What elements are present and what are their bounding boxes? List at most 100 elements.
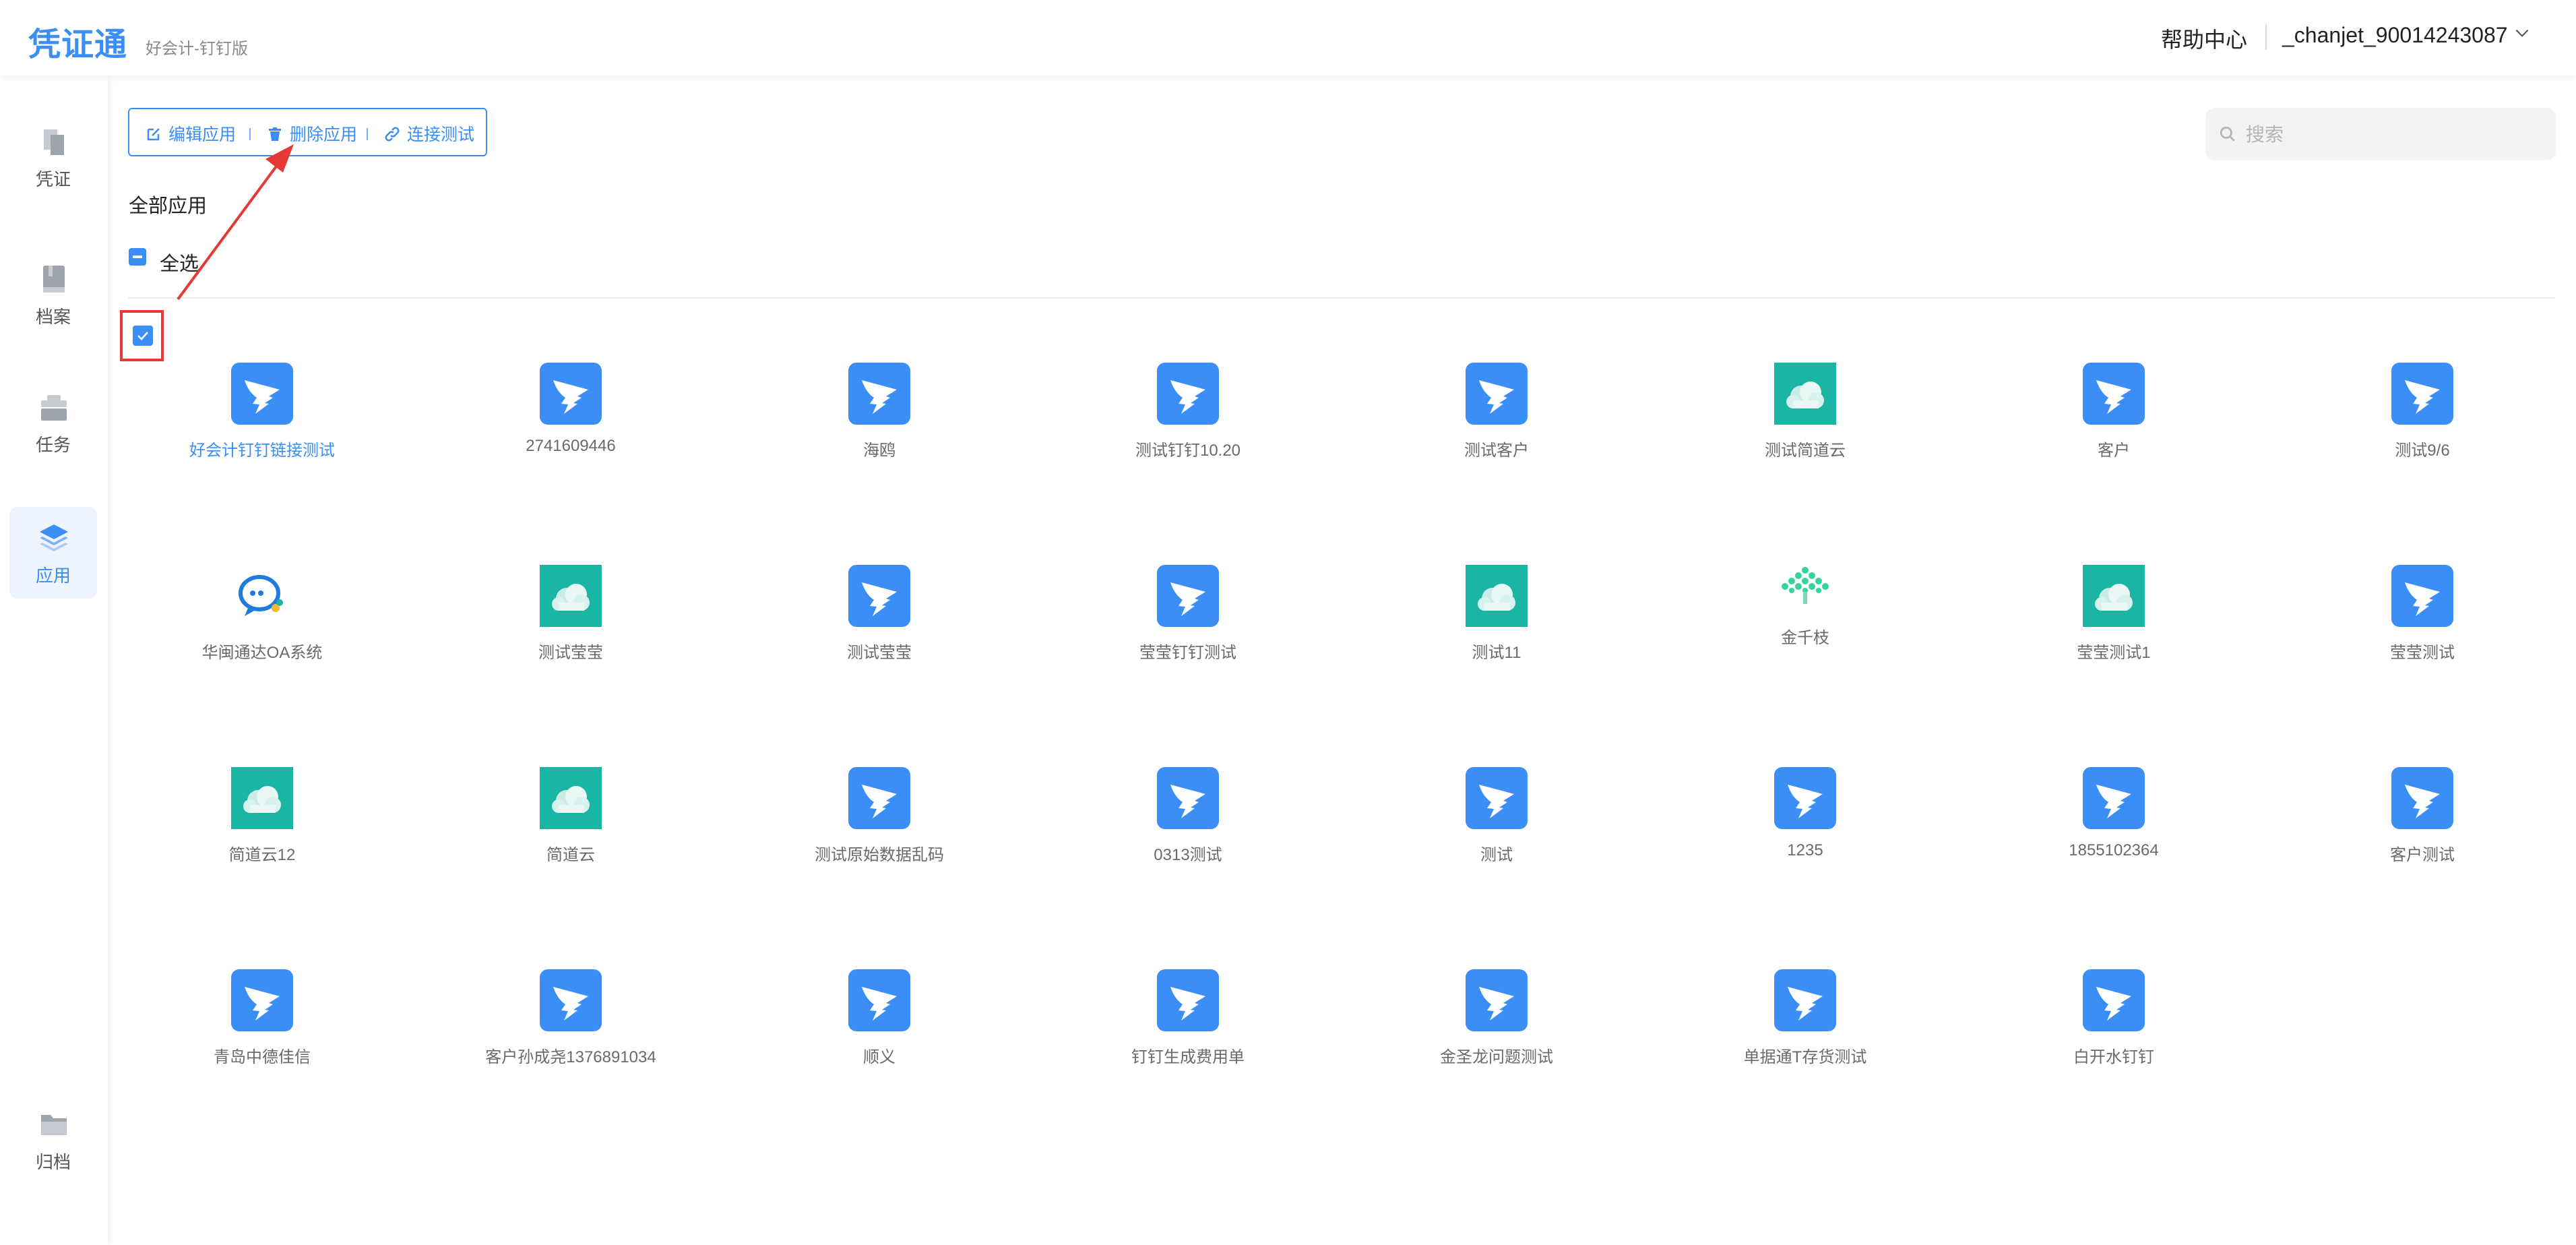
app-name: 测试客户 — [1464, 442, 1529, 460]
book-icon — [43, 266, 65, 293]
app-card[interactable]: 测试莹莹 — [778, 565, 980, 679]
user-menu[interactable]: _chanjet_90014243087 — [2282, 23, 2508, 48]
app-card[interactable]: 测试11 — [1395, 565, 1598, 679]
dingtalk-icon — [1157, 363, 1219, 425]
app-card[interactable]: 测试 — [1395, 767, 1598, 882]
app-card[interactable]: 测试钉钉10.20 — [1087, 363, 1289, 477]
app-card[interactable]: 单据通T存货测试 — [1704, 969, 1906, 1084]
app-card[interactable]: 好会计钉钉链接测试 — [161, 363, 363, 477]
connection-test-button[interactable]: 连接测试 — [384, 121, 474, 144]
edit-icon — [147, 128, 160, 141]
select-all-checkbox[interactable]: 全选 — [129, 248, 199, 275]
dingtalk-icon — [540, 363, 602, 425]
dingtalk-icon — [231, 969, 293, 1031]
edit-app-button[interactable]: 编辑应用 — [146, 121, 236, 144]
help-center-link[interactable]: 帮助中心 — [2161, 23, 2247, 54]
indeterminate-checkbox-icon[interactable] — [129, 248, 146, 266]
top-header: 凭证通 好会计-钉钉版 帮助中心 _chanjet_90014243087 — [0, 0, 2576, 75]
app-card[interactable]: 1855102364 — [2013, 767, 2215, 882]
app-card[interactable]: 钉钉生成费用单 — [1087, 969, 1289, 1084]
cloud-icon — [1774, 363, 1836, 425]
app-name: 莹莹测试 — [2390, 644, 2455, 662]
app-card[interactable]: 测试9/6 — [2321, 363, 2523, 477]
app-name: 客户 — [2098, 442, 2130, 460]
app-name: 1235 — [1787, 841, 1823, 859]
cloud-icon — [540, 565, 602, 627]
sidebar-item-label: 归档 — [35, 1152, 71, 1172]
dingtalk-icon — [848, 767, 910, 829]
sidebar-item-voucher[interactable]: 凭证 — [9, 111, 97, 202]
dingtalk-icon — [231, 363, 293, 425]
dingtalk-icon — [2083, 363, 2145, 425]
dingtalk-icon — [1157, 565, 1219, 627]
app-card[interactable]: 简道云12 — [161, 767, 363, 882]
chevron-down-icon[interactable] — [2513, 24, 2531, 42]
search-box[interactable] — [2205, 108, 2556, 162]
app-name: 测试9/6 — [2395, 442, 2450, 460]
app-card[interactable]: 海鸥 — [778, 363, 980, 477]
app-card[interactable]: 测试客户 — [1395, 363, 1598, 477]
app-card[interactable]: 简道云 — [470, 767, 672, 882]
app-name: 客户测试 — [2390, 846, 2455, 864]
app-name: 莹莹测试1 — [2077, 644, 2151, 662]
app-card[interactable]: 测试原始数据乱码 — [778, 767, 980, 882]
app-name: 海鸥 — [863, 442, 896, 460]
section-divider — [128, 297, 2556, 299]
search-input[interactable] — [2244, 108, 2544, 162]
app-card[interactable]: 客户孙成尧1376891034 — [470, 969, 672, 1084]
checkmark-icon — [137, 332, 148, 340]
app-name: 单据通T存货测试 — [1743, 1048, 1867, 1066]
dingtalk-icon — [848, 565, 910, 627]
dingtalk-icon — [1157, 767, 1219, 829]
app-card[interactable]: 华闽通达OA系统 — [161, 565, 363, 679]
app-card[interactable]: 1235 — [1704, 767, 1906, 882]
app-name: 白开水钉钉 — [2073, 1048, 2154, 1066]
sidebar-item-archive[interactable]: 档案 — [9, 248, 97, 340]
app-name: 测试莹莹 — [538, 644, 603, 662]
delete-app-label: 删除应用 — [290, 125, 358, 144]
voucher-icon — [44, 129, 64, 155]
app-checkbox[interactable] — [133, 326, 153, 346]
app-name: 1855102364 — [2069, 841, 2159, 859]
app-card[interactable]: 莹莹钉钉测试 — [1087, 565, 1289, 679]
app-card[interactable]: 客户测试 — [2321, 767, 2523, 882]
edit-app-label: 编辑应用 — [168, 125, 237, 144]
app-card[interactable]: 金圣龙问题测试 — [1395, 969, 1598, 1084]
app-subtitle: 好会计-钉钉版 — [146, 40, 248, 58]
app-card[interactable]: 金千枝 — [1704, 565, 1906, 679]
header-divider — [2265, 24, 2267, 50]
search-icon — [2220, 126, 2235, 142]
connection-test-label: 连接测试 — [407, 125, 475, 144]
app-name: 测试11 — [1472, 644, 1521, 662]
sidebar-item-apps[interactable]: 应用 — [9, 507, 97, 599]
folder-icon — [41, 1115, 67, 1135]
app-name: 测试原始数据乱码 — [815, 846, 944, 864]
app-name: 好会计钉钉链接测试 — [189, 442, 335, 460]
cloud-icon — [231, 767, 293, 829]
app-card[interactable]: 测试莹莹 — [470, 565, 672, 679]
app-card[interactable]: 2741609446 — [470, 363, 672, 477]
dingtalk-icon — [540, 969, 602, 1031]
dingtalk-icon — [1157, 969, 1219, 1031]
app-card[interactable]: 0313测试 — [1087, 767, 1289, 882]
app-card[interactable]: 白开水钉钉 — [2013, 969, 2215, 1084]
delete-app-button[interactable]: 删除应用 — [267, 121, 357, 144]
app-card[interactable]: 莹莹测试1 — [2013, 565, 2215, 679]
sidebar-item-archived[interactable]: 归档 — [9, 1093, 97, 1185]
app-card[interactable]: 顺义 — [778, 969, 980, 1084]
app-card[interactable]: 青岛中德佳信 — [161, 969, 363, 1084]
app-name: 测试简道云 — [1765, 442, 1846, 460]
dingtalk-icon — [1466, 767, 1528, 829]
sidebar-item-task[interactable]: 任务 — [9, 376, 97, 468]
dingtalk-icon — [848, 969, 910, 1031]
section-title: 全部应用 — [129, 195, 208, 217]
sidebar-item-label: 任务 — [35, 435, 71, 455]
app-card[interactable]: 测试简道云 — [1704, 363, 1906, 477]
cloud-icon — [1466, 565, 1528, 627]
app-name: 莹莹钉钉测试 — [1139, 644, 1236, 662]
dingtalk-icon — [1774, 767, 1836, 829]
app-logo[interactable]: 凭证通 — [28, 18, 127, 65]
app-name: 测试钉钉10.20 — [1135, 442, 1241, 460]
app-card[interactable]: 客户 — [2013, 363, 2215, 477]
app-card[interactable]: 莹莹测试 — [2321, 565, 2523, 679]
